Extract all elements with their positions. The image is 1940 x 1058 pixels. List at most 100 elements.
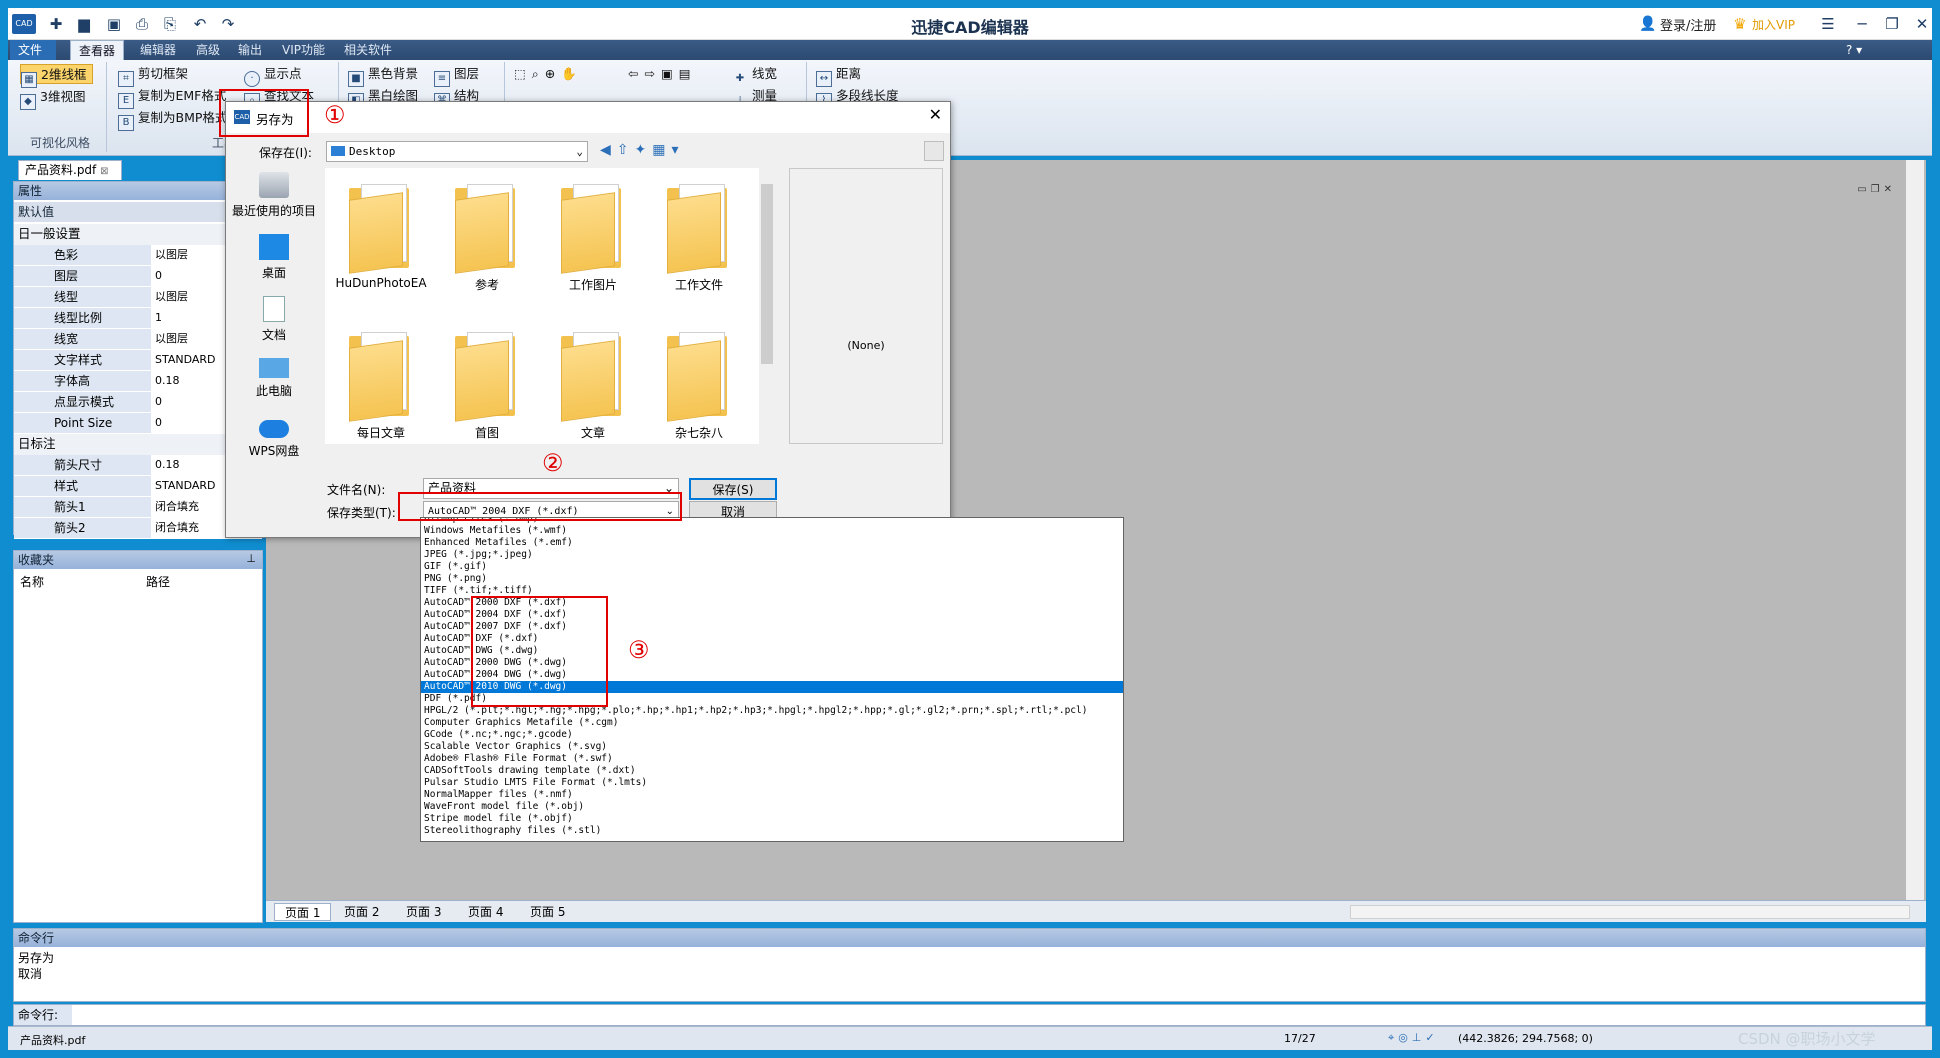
place-recent[interactable]: 最近使用的项目 bbox=[229, 172, 319, 219]
save-button[interactable]: 保存(S) bbox=[689, 478, 777, 500]
place-documents[interactable]: 文档 bbox=[229, 296, 319, 343]
place-desktop[interactable]: 桌面 bbox=[229, 234, 319, 281]
file-type-option[interactable]: WaveFront model file (*.obj) bbox=[421, 801, 1123, 813]
preview-pane: (None) bbox=[789, 168, 943, 444]
file-type-option[interactable]: Enhanced Metafiles (*.emf) bbox=[421, 537, 1123, 549]
property-key: 箭头2 bbox=[14, 518, 151, 538]
folder-item[interactable]: 首图 bbox=[437, 322, 537, 452]
mdi-controls[interactable]: ▭❐✕ bbox=[1857, 184, 1896, 195]
nav-tools[interactable]: ⇦⇨▣▤ bbox=[628, 64, 697, 84]
snap-icons[interactable]: ⌖◎⊥✓ bbox=[1388, 1031, 1439, 1045]
login-link[interactable]: 登录/注册 bbox=[1660, 15, 1716, 34]
pin-icon[interactable]: ⊥ bbox=[246, 552, 256, 565]
layers-button[interactable]: ≡ 图层 bbox=[434, 64, 479, 87]
folder-item[interactable]: 参考 bbox=[437, 174, 537, 304]
page-tab-2[interactable]: 页面 2 bbox=[334, 903, 389, 921]
menu-file[interactable]: 文件 bbox=[10, 40, 56, 60]
file-type-option[interactable]: PNG (*.png) bbox=[421, 573, 1123, 585]
page-tab-3[interactable]: 页面 3 bbox=[396, 903, 451, 921]
places-bar: 最近使用的项目 桌面 文档 此电脑 WPS网盘 bbox=[229, 172, 319, 530]
copy-bmp-button[interactable]: B 复制为BMP格式 bbox=[118, 108, 227, 131]
preview-text: (None) bbox=[847, 339, 885, 352]
file-type-option[interactable]: Computer Graphics Metafile (*.cgm) bbox=[421, 717, 1123, 729]
help-icon[interactable]: ? ▾ bbox=[1838, 40, 1870, 60]
cube-icon: ◆ bbox=[20, 94, 36, 110]
menu-advanced[interactable]: 高级 bbox=[188, 40, 228, 60]
favorites-panel: 收藏夹 ⊥ 名称 路径 bbox=[13, 550, 263, 923]
user-icon[interactable]: 👤 bbox=[1638, 14, 1658, 34]
folder-item[interactable]: 文章 bbox=[543, 322, 643, 452]
menu-editor[interactable]: 编辑器 bbox=[132, 40, 184, 60]
save-in-select[interactable]: Desktop ⌄ bbox=[326, 141, 588, 162]
page-tab-4[interactable]: 页面 4 bbox=[458, 903, 513, 921]
document-tab[interactable]: 产品资料.pdf ⊠ bbox=[18, 160, 122, 180]
file-type-option[interactable]: JPEG (*.jpg;*.jpeg) bbox=[421, 549, 1123, 561]
file-type-option[interactable]: Pulsar Studio LMTS File Format (*.lmts) bbox=[421, 777, 1123, 789]
folder-name: 参考 bbox=[474, 278, 499, 292]
menu-vip[interactable]: VIP功能 bbox=[274, 40, 333, 60]
folder-item[interactable]: 杂七杂八 bbox=[649, 322, 749, 452]
black-bg-button[interactable]: ■ 黑色背景 bbox=[348, 64, 418, 87]
view-2d-button[interactable]: ▦ 2维线框 bbox=[20, 64, 94, 88]
file-type-option[interactable]: CADSoftTools drawing template (*.dxt) bbox=[421, 765, 1123, 777]
file-type-option[interactable]: Scalable Vector Graphics (*.svg) bbox=[421, 741, 1123, 753]
vip-link[interactable]: 加入VIP bbox=[1752, 16, 1795, 33]
watermark: CSDN @职场小文学 bbox=[1738, 1030, 1876, 1048]
place-wps-cloud[interactable]: WPS网盘 bbox=[229, 420, 319, 459]
file-type-option[interactable]: GIF (*.gif) bbox=[421, 561, 1123, 573]
clip-frame-button[interactable]: ⌗ 剪切框架 bbox=[118, 64, 188, 87]
scroll-thumb[interactable] bbox=[761, 184, 773, 364]
folder-item[interactable]: 工作文件 bbox=[649, 174, 749, 304]
annotation-number-2: ② bbox=[542, 449, 564, 477]
dialog-close-icon[interactable]: ✕ bbox=[929, 105, 942, 124]
line-width-button[interactable]: ✚ 线宽 bbox=[732, 64, 777, 84]
folder-icon bbox=[349, 330, 413, 422]
folder-item[interactable]: HuDunPhotoEA bbox=[331, 174, 431, 304]
file-type-option[interactable]: Adobe® Flash® File Format (*.swf) bbox=[421, 753, 1123, 765]
file-list-scrollbar[interactable] bbox=[759, 168, 775, 444]
canvas-scrollbar-vertical[interactable] bbox=[1906, 160, 1924, 900]
folder-name: HuDunPhotoEA bbox=[335, 276, 427, 290]
page-tab-1[interactable]: 页面 1 bbox=[274, 903, 332, 921]
menu-icon[interactable]: ☰ bbox=[1818, 14, 1838, 34]
place-this-pc[interactable]: 此电脑 bbox=[229, 358, 319, 399]
annotation-box-file-type bbox=[398, 492, 682, 521]
restore-icon[interactable]: ❐ bbox=[1882, 14, 1902, 34]
horizontal-scrollbar[interactable] bbox=[1350, 905, 1910, 919]
menu-output[interactable]: 输出 bbox=[230, 40, 270, 60]
folder-icon bbox=[455, 330, 519, 422]
command-line: 命令行: bbox=[13, 1004, 1926, 1026]
file-type-option[interactable]: GCode (*.nc;*.ngc;*.gcode) bbox=[421, 729, 1123, 741]
show-points-button[interactable]: · 显示点 bbox=[244, 64, 302, 87]
file-type-option[interactable]: Stripe model file (*.objf) bbox=[421, 813, 1123, 825]
distance-button[interactable]: ↔ 距离 bbox=[816, 64, 861, 87]
command-history-line-1: 另存为 bbox=[18, 951, 55, 965]
folder-item[interactable]: 工作图片 bbox=[543, 174, 643, 304]
folder-item[interactable]: 每日文章 bbox=[331, 322, 431, 452]
favorites-col-path: 路径 bbox=[146, 575, 171, 589]
close-icon[interactable]: ✕ bbox=[1912, 14, 1932, 34]
status-coords: (442.3826; 294.7568; 0) bbox=[1458, 1032, 1593, 1045]
file-type-option[interactable]: NormalMapper files (*.nmf) bbox=[421, 789, 1123, 801]
annotation-number-3: ③ bbox=[628, 636, 650, 664]
folder-icon bbox=[561, 182, 625, 274]
page-tab-5[interactable]: 页面 5 bbox=[520, 903, 575, 921]
folder-name: 杂七杂八 bbox=[674, 426, 723, 440]
folder-nav-icons[interactable]: ◀⇧✦▦▾ bbox=[600, 142, 684, 158]
file-type-option[interactable]: Windows Metafiles (*.wmf) bbox=[421, 525, 1123, 537]
preview-toggle-icon[interactable] bbox=[924, 141, 944, 161]
command-input[interactable] bbox=[74, 1006, 1914, 1024]
copy-emf-button[interactable]: E 复制为EMF格式 bbox=[118, 86, 226, 109]
close-tab-icon[interactable]: ⊠ bbox=[100, 166, 108, 177]
menu-related[interactable]: 相关软件 bbox=[336, 40, 400, 60]
folder-name: 文章 bbox=[580, 426, 605, 440]
file-type-option[interactable]: Stereolithography files (*.stl) bbox=[421, 825, 1123, 837]
minimize-icon[interactable]: ─ bbox=[1852, 14, 1872, 34]
folder-icon bbox=[349, 182, 413, 274]
view-3d-button[interactable]: ◆ 3维视图 bbox=[20, 87, 85, 110]
zoom-tools[interactable]: ⬚⌕⊕✋ bbox=[514, 64, 583, 84]
menu-viewer[interactable]: 查看器 bbox=[70, 40, 125, 60]
page-tabs: 页面 1 页面 2 页面 3 页面 4 页面 5 bbox=[266, 900, 1926, 922]
desktop-large-icon bbox=[259, 234, 289, 260]
property-key: 字体高 bbox=[14, 371, 151, 391]
